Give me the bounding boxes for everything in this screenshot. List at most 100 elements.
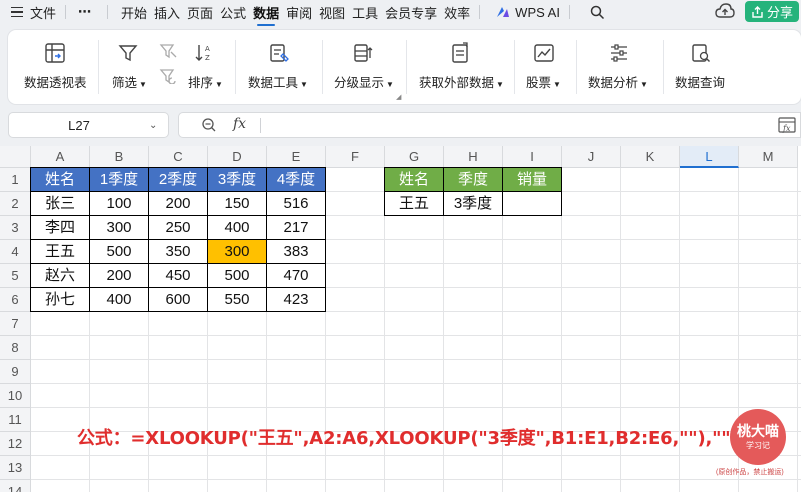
column-header-h[interactable]: H — [444, 146, 503, 168]
table-cell-a6[interactable]: 孙七 — [30, 287, 90, 312]
row-header-10[interactable]: 10 — [0, 384, 31, 408]
table-cell-c6[interactable]: 600 — [148, 287, 208, 312]
formula-expand-icon[interactable]: fx — [778, 117, 796, 133]
data-analysis-button[interactable]: 数据分析 ▼ — [586, 30, 652, 104]
column-header-j[interactable]: J — [562, 146, 621, 168]
table-cell-e4[interactable]: 383 — [266, 239, 326, 264]
column-header-f[interactable]: F — [326, 146, 385, 168]
row-header-4[interactable]: 4 — [0, 240, 31, 264]
column-header-k[interactable]: K — [621, 146, 680, 168]
lookup-cell-h2[interactable]: 3季度 — [443, 191, 503, 216]
table-cell-e2[interactable]: 516 — [266, 191, 326, 216]
table-cell-b2[interactable]: 100 — [89, 191, 149, 216]
cloud-sync-icon[interactable] — [715, 3, 735, 20]
table-cell-c2[interactable]: 200 — [148, 191, 208, 216]
table-header-cell[interactable]: 姓名 — [30, 167, 90, 192]
tab-view[interactable]: 视图 — [319, 3, 345, 22]
table-cell-d4[interactable]: 300 — [207, 239, 267, 264]
lookup-cell-g2[interactable]: 王五 — [384, 191, 444, 216]
external-data-button[interactable]: 获取外部数据 ▼ — [417, 30, 504, 104]
lookup-header-cell[interactable]: 销量 — [502, 167, 562, 192]
data-tools-button[interactable]: 数据工具 ▼ — [246, 30, 312, 104]
table-cell-e5[interactable]: 470 — [266, 263, 326, 288]
select-all-corner[interactable] — [0, 146, 31, 168]
tab-page[interactable]: 页面 — [187, 3, 213, 22]
lookup-header-cell[interactable]: 季度 — [443, 167, 503, 192]
column-header-e[interactable]: E — [267, 146, 326, 168]
column-header-d[interactable]: D — [208, 146, 267, 168]
lookup-cell-i2[interactable] — [502, 191, 562, 216]
column-header-i[interactable]: I — [503, 146, 562, 168]
row-header-12[interactable]: 12 — [0, 432, 31, 456]
table-cell-b3[interactable]: 300 — [89, 215, 149, 240]
pivot-table-button[interactable]: 数据透视表 — [22, 30, 88, 104]
column-header-a[interactable]: A — [31, 146, 90, 168]
tab-data[interactable]: 数据 — [253, 3, 279, 26]
table-cell-d6[interactable]: 550 — [207, 287, 267, 312]
tab-formula[interactable]: 公式 — [220, 3, 246, 22]
row-header-9[interactable]: 9 — [0, 360, 31, 384]
row-header-14[interactable]: 14 — [0, 480, 31, 492]
table-cell-a4[interactable]: 王五 — [30, 239, 90, 264]
tab-review[interactable]: 审阅 — [286, 3, 312, 22]
table-cell-c5[interactable]: 450 — [148, 263, 208, 288]
row-header-1[interactable]: 1 — [0, 168, 31, 192]
table-header-cell[interactable]: 3季度 — [207, 167, 267, 192]
stocks-button[interactable]: 股票 ▼ — [524, 30, 564, 104]
table-header-cell[interactable]: 1季度 — [89, 167, 149, 192]
tab-member[interactable]: 会员专享 — [385, 3, 437, 22]
column-header-b[interactable]: B — [90, 146, 149, 168]
tab-insert[interactable]: 插入 — [154, 3, 180, 22]
data-query-button[interactable]: 数据查询 — [673, 30, 729, 104]
column-header-c[interactable]: C — [149, 146, 208, 168]
table-cell-d5[interactable]: 500 — [207, 263, 267, 288]
spreadsheet-grid[interactable]: A B C D E F G H I J K L M 1 2 3 4 5 6 7 8 9 10 11 12 13 14 姓名 1季度 2季度… — [0, 146, 801, 492]
column-header-l[interactable]: L — [680, 146, 739, 168]
chevron-down-icon[interactable]: ⌄ — [149, 120, 157, 131]
search-icon[interactable] — [590, 5, 605, 20]
tab-tools[interactable]: 工具 — [352, 3, 378, 22]
table-cell-e6[interactable]: 423 — [266, 287, 326, 312]
table-cell-c3[interactable]: 250 — [148, 215, 208, 240]
table-cell-a3[interactable]: 李四 — [30, 215, 90, 240]
menu-file[interactable]: 文件 — [30, 3, 56, 22]
lookup-header-cell[interactable]: 姓名 — [384, 167, 444, 192]
row-header-6[interactable]: 6 — [0, 288, 31, 312]
zoom-icon[interactable] — [201, 117, 217, 133]
hamburger-menu-icon[interactable] — [11, 6, 23, 18]
wps-ai-button[interactable]: WPS AI — [496, 5, 560, 20]
dialog-launcher-icon[interactable]: ◢ — [396, 93, 401, 101]
more-icon[interactable]: ⋯ — [78, 4, 92, 20]
table-cell-a2[interactable]: 张三 — [30, 191, 90, 216]
row-header-3[interactable]: 3 — [0, 216, 31, 240]
clear-filter-icon[interactable] — [159, 43, 177, 59]
table-header-cell[interactable]: 2季度 — [148, 167, 208, 192]
table-cell-c4[interactable]: 350 — [148, 239, 208, 264]
outline-button[interactable]: 分级显示 ▼ — [332, 30, 394, 104]
table-header-cell[interactable]: 4季度 — [266, 167, 326, 192]
row-header-13[interactable]: 13 — [0, 456, 31, 480]
row-header-8[interactable]: 8 — [0, 336, 31, 360]
tab-efficiency[interactable]: 效率 — [444, 3, 470, 22]
table-cell-b6[interactable]: 400 — [89, 287, 149, 312]
insert-function-icon[interactable]: fx — [233, 116, 246, 132]
table-cell-d2[interactable]: 150 — [207, 191, 267, 216]
table-cell-e3[interactable]: 217 — [266, 215, 326, 240]
table-cell-d3[interactable]: 400 — [207, 215, 267, 240]
formula-bar[interactable]: fx fx — [178, 112, 801, 138]
column-header-m[interactable]: M — [739, 146, 798, 168]
cell-reference[interactable]: L27 — [9, 118, 149, 133]
row-header-2[interactable]: 2 — [0, 192, 31, 216]
table-cell-b4[interactable]: 500 — [89, 239, 149, 264]
table-cell-a5[interactable]: 赵六 — [30, 263, 90, 288]
reapply-filter-icon[interactable] — [159, 68, 177, 84]
row-header-5[interactable]: 5 — [0, 264, 31, 288]
row-header-7[interactable]: 7 — [0, 312, 31, 336]
name-box[interactable]: L27 ⌄ — [8, 112, 169, 138]
tab-home[interactable]: 开始 — [121, 3, 147, 22]
sort-button[interactable]: AZ 排序 ▼ — [186, 30, 224, 104]
table-cell-b5[interactable]: 200 — [89, 263, 149, 288]
filter-button[interactable]: 筛选 ▼ — [109, 30, 147, 104]
column-header-g[interactable]: G — [385, 146, 444, 168]
row-header-11[interactable]: 11 — [0, 408, 31, 432]
